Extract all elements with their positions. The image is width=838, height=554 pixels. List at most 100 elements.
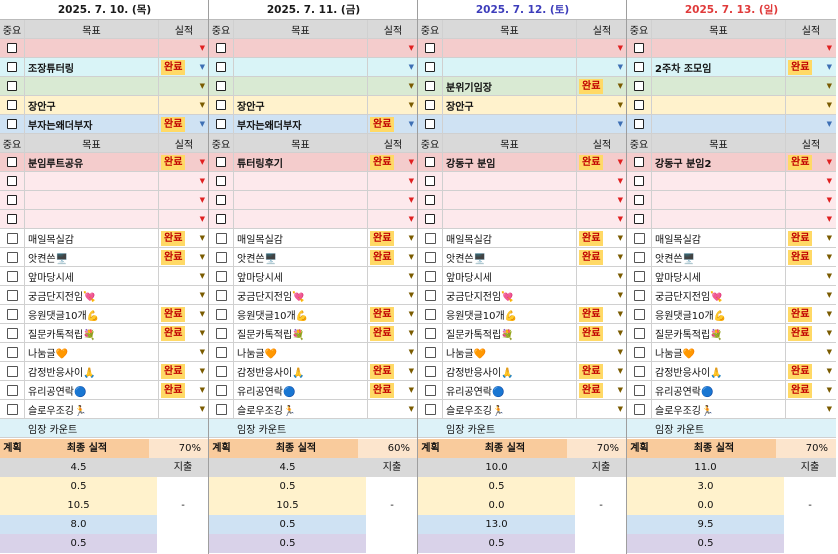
result-dropdown[interactable]: ▼ (368, 77, 418, 95)
importance-checkbox[interactable] (424, 384, 436, 396)
result-dropdown[interactable]: 완료 ▼ (159, 115, 209, 133)
dropdown-arrow-icon[interactable]: ▼ (618, 120, 623, 128)
goal-cell[interactable]: 나눔글🧡 (443, 343, 577, 361)
goal-cell[interactable]: 감정반응사이🙏 (234, 362, 368, 380)
importance-checkbox[interactable] (633, 308, 645, 320)
goal-cell[interactable]: 장안구 (443, 96, 577, 114)
dropdown-arrow-icon[interactable]: ▼ (200, 367, 205, 375)
dropdown-arrow-icon[interactable]: ▼ (409, 329, 414, 337)
goal-cell[interactable]: 매일목실감 (652, 229, 786, 247)
result-dropdown[interactable]: ▼ (368, 267, 418, 285)
result-dropdown[interactable]: ▼ (577, 58, 627, 76)
goal-cell[interactable]: 매일목실감 (25, 229, 159, 247)
importance-checkbox[interactable] (634, 214, 644, 224)
importance-checkbox[interactable] (633, 289, 645, 301)
importance-checkbox[interactable] (6, 232, 18, 244)
goal-cell[interactable]: 응원댓글10개💪 (652, 305, 786, 323)
importance-checkbox[interactable] (425, 176, 435, 186)
importance-checkbox[interactable] (634, 195, 644, 205)
dropdown-arrow-icon[interactable]: ▼ (827, 386, 832, 394)
result-dropdown[interactable]: 완료 ▼ (786, 362, 836, 380)
importance-checkbox[interactable] (215, 289, 227, 301)
result-dropdown[interactable]: ▼ (159, 96, 209, 114)
goal-cell[interactable]: 유리공연락🔵 (25, 381, 159, 399)
goal-cell[interactable]: 장안구 (25, 96, 159, 114)
dropdown-arrow-icon[interactable]: ▼ (200, 82, 205, 90)
dropdown-arrow-icon[interactable]: ▼ (200, 177, 205, 185)
dropdown-arrow-icon[interactable]: ▼ (827, 63, 832, 71)
result-dropdown[interactable]: ▼ (159, 77, 209, 95)
importance-checkbox[interactable] (6, 365, 18, 377)
result-dropdown[interactable]: ▼ (577, 191, 627, 209)
importance-checkbox[interactable] (633, 384, 645, 396)
dropdown-arrow-icon[interactable]: ▼ (409, 310, 414, 318)
dropdown-arrow-icon[interactable]: ▼ (200, 253, 205, 261)
importance-checkbox[interactable] (6, 346, 18, 358)
result-dropdown[interactable]: 완료 ▼ (577, 153, 627, 171)
result-dropdown[interactable]: ▼ (368, 343, 418, 361)
result-dropdown[interactable]: ▼ (786, 400, 836, 418)
dropdown-arrow-icon[interactable]: ▼ (618, 386, 623, 394)
goal-cell[interactable]: 앞마당시세 (443, 267, 577, 285)
goal-cell[interactable]: 부자는왜더부자 (25, 115, 159, 133)
dropdown-arrow-icon[interactable]: ▼ (200, 291, 205, 299)
result-dropdown[interactable]: ▼ (577, 96, 627, 114)
result-dropdown[interactable]: ▼ (159, 191, 209, 209)
goal-cell[interactable]: 장안구 (234, 96, 368, 114)
result-dropdown[interactable]: ▼ (577, 172, 627, 190)
importance-checkbox[interactable] (424, 270, 436, 282)
goal-cell[interactable]: 응원댓글10개💪 (25, 305, 159, 323)
importance-checkbox[interactable] (6, 384, 18, 396)
result-dropdown[interactable]: ▼ (786, 96, 836, 114)
goal-cell[interactable]: 슬로우조깅🏃 (25, 400, 159, 418)
importance-checkbox[interactable] (634, 119, 644, 129)
dropdown-arrow-icon[interactable]: ▼ (827, 158, 832, 166)
importance-checkbox[interactable] (7, 214, 17, 224)
goal-cell[interactable]: 분위기임장 (443, 77, 577, 95)
dropdown-arrow-icon[interactable]: ▼ (618, 158, 623, 166)
dropdown-arrow-icon[interactable]: ▼ (409, 348, 414, 356)
dropdown-arrow-icon[interactable]: ▼ (618, 405, 623, 413)
goal-cell[interactable]: 유리공연락🔵 (234, 381, 368, 399)
result-dropdown[interactable]: 완료 ▼ (577, 324, 627, 342)
goal-cell[interactable]: 매일목실감 (443, 229, 577, 247)
dropdown-arrow-icon[interactable]: ▼ (200, 310, 205, 318)
result-dropdown[interactable]: 완료 ▼ (368, 305, 418, 323)
goal-cell[interactable] (234, 58, 368, 76)
dropdown-arrow-icon[interactable]: ▼ (409, 101, 414, 109)
importance-checkbox[interactable] (633, 365, 645, 377)
importance-checkbox[interactable] (216, 214, 226, 224)
importance-checkbox[interactable] (424, 327, 436, 339)
goal-cell[interactable] (25, 210, 159, 228)
dropdown-arrow-icon[interactable]: ▼ (618, 101, 623, 109)
result-dropdown[interactable]: ▼ (577, 400, 627, 418)
dropdown-arrow-icon[interactable]: ▼ (200, 272, 205, 280)
dropdown-arrow-icon[interactable]: ▼ (409, 196, 414, 204)
importance-checkbox[interactable] (6, 289, 18, 301)
dropdown-arrow-icon[interactable]: ▼ (618, 215, 623, 223)
goal-cell[interactable]: 부자는왜더부자 (234, 115, 368, 133)
goal-cell[interactable] (443, 210, 577, 228)
dropdown-arrow-icon[interactable]: ▼ (409, 253, 414, 261)
goal-cell[interactable]: 감정반응사이🙏 (652, 362, 786, 380)
importance-checkbox[interactable] (634, 176, 644, 186)
goal-cell[interactable]: 분임루트공유 (25, 153, 159, 171)
result-dropdown[interactable]: ▼ (577, 267, 627, 285)
importance-checkbox[interactable] (216, 43, 226, 53)
dropdown-arrow-icon[interactable]: ▼ (827, 272, 832, 280)
goal-cell[interactable] (652, 115, 786, 133)
result-dropdown[interactable]: ▼ (368, 400, 418, 418)
dropdown-arrow-icon[interactable]: ▼ (200, 329, 205, 337)
result-dropdown[interactable]: ▼ (577, 286, 627, 304)
goal-cell[interactable]: 질문카톡적립💐 (443, 324, 577, 342)
goal-cell[interactable]: 응원댓글10개💪 (443, 305, 577, 323)
dropdown-arrow-icon[interactable]: ▼ (409, 272, 414, 280)
result-dropdown[interactable]: ▼ (786, 286, 836, 304)
goal-cell[interactable] (234, 77, 368, 95)
result-dropdown[interactable]: ▼ (577, 210, 627, 228)
goal-cell[interactable] (443, 191, 577, 209)
result-dropdown[interactable]: 완료 ▼ (368, 381, 418, 399)
importance-checkbox[interactable] (424, 289, 436, 301)
result-dropdown[interactable]: 완료 ▼ (577, 362, 627, 380)
result-dropdown[interactable]: ▼ (786, 39, 836, 57)
